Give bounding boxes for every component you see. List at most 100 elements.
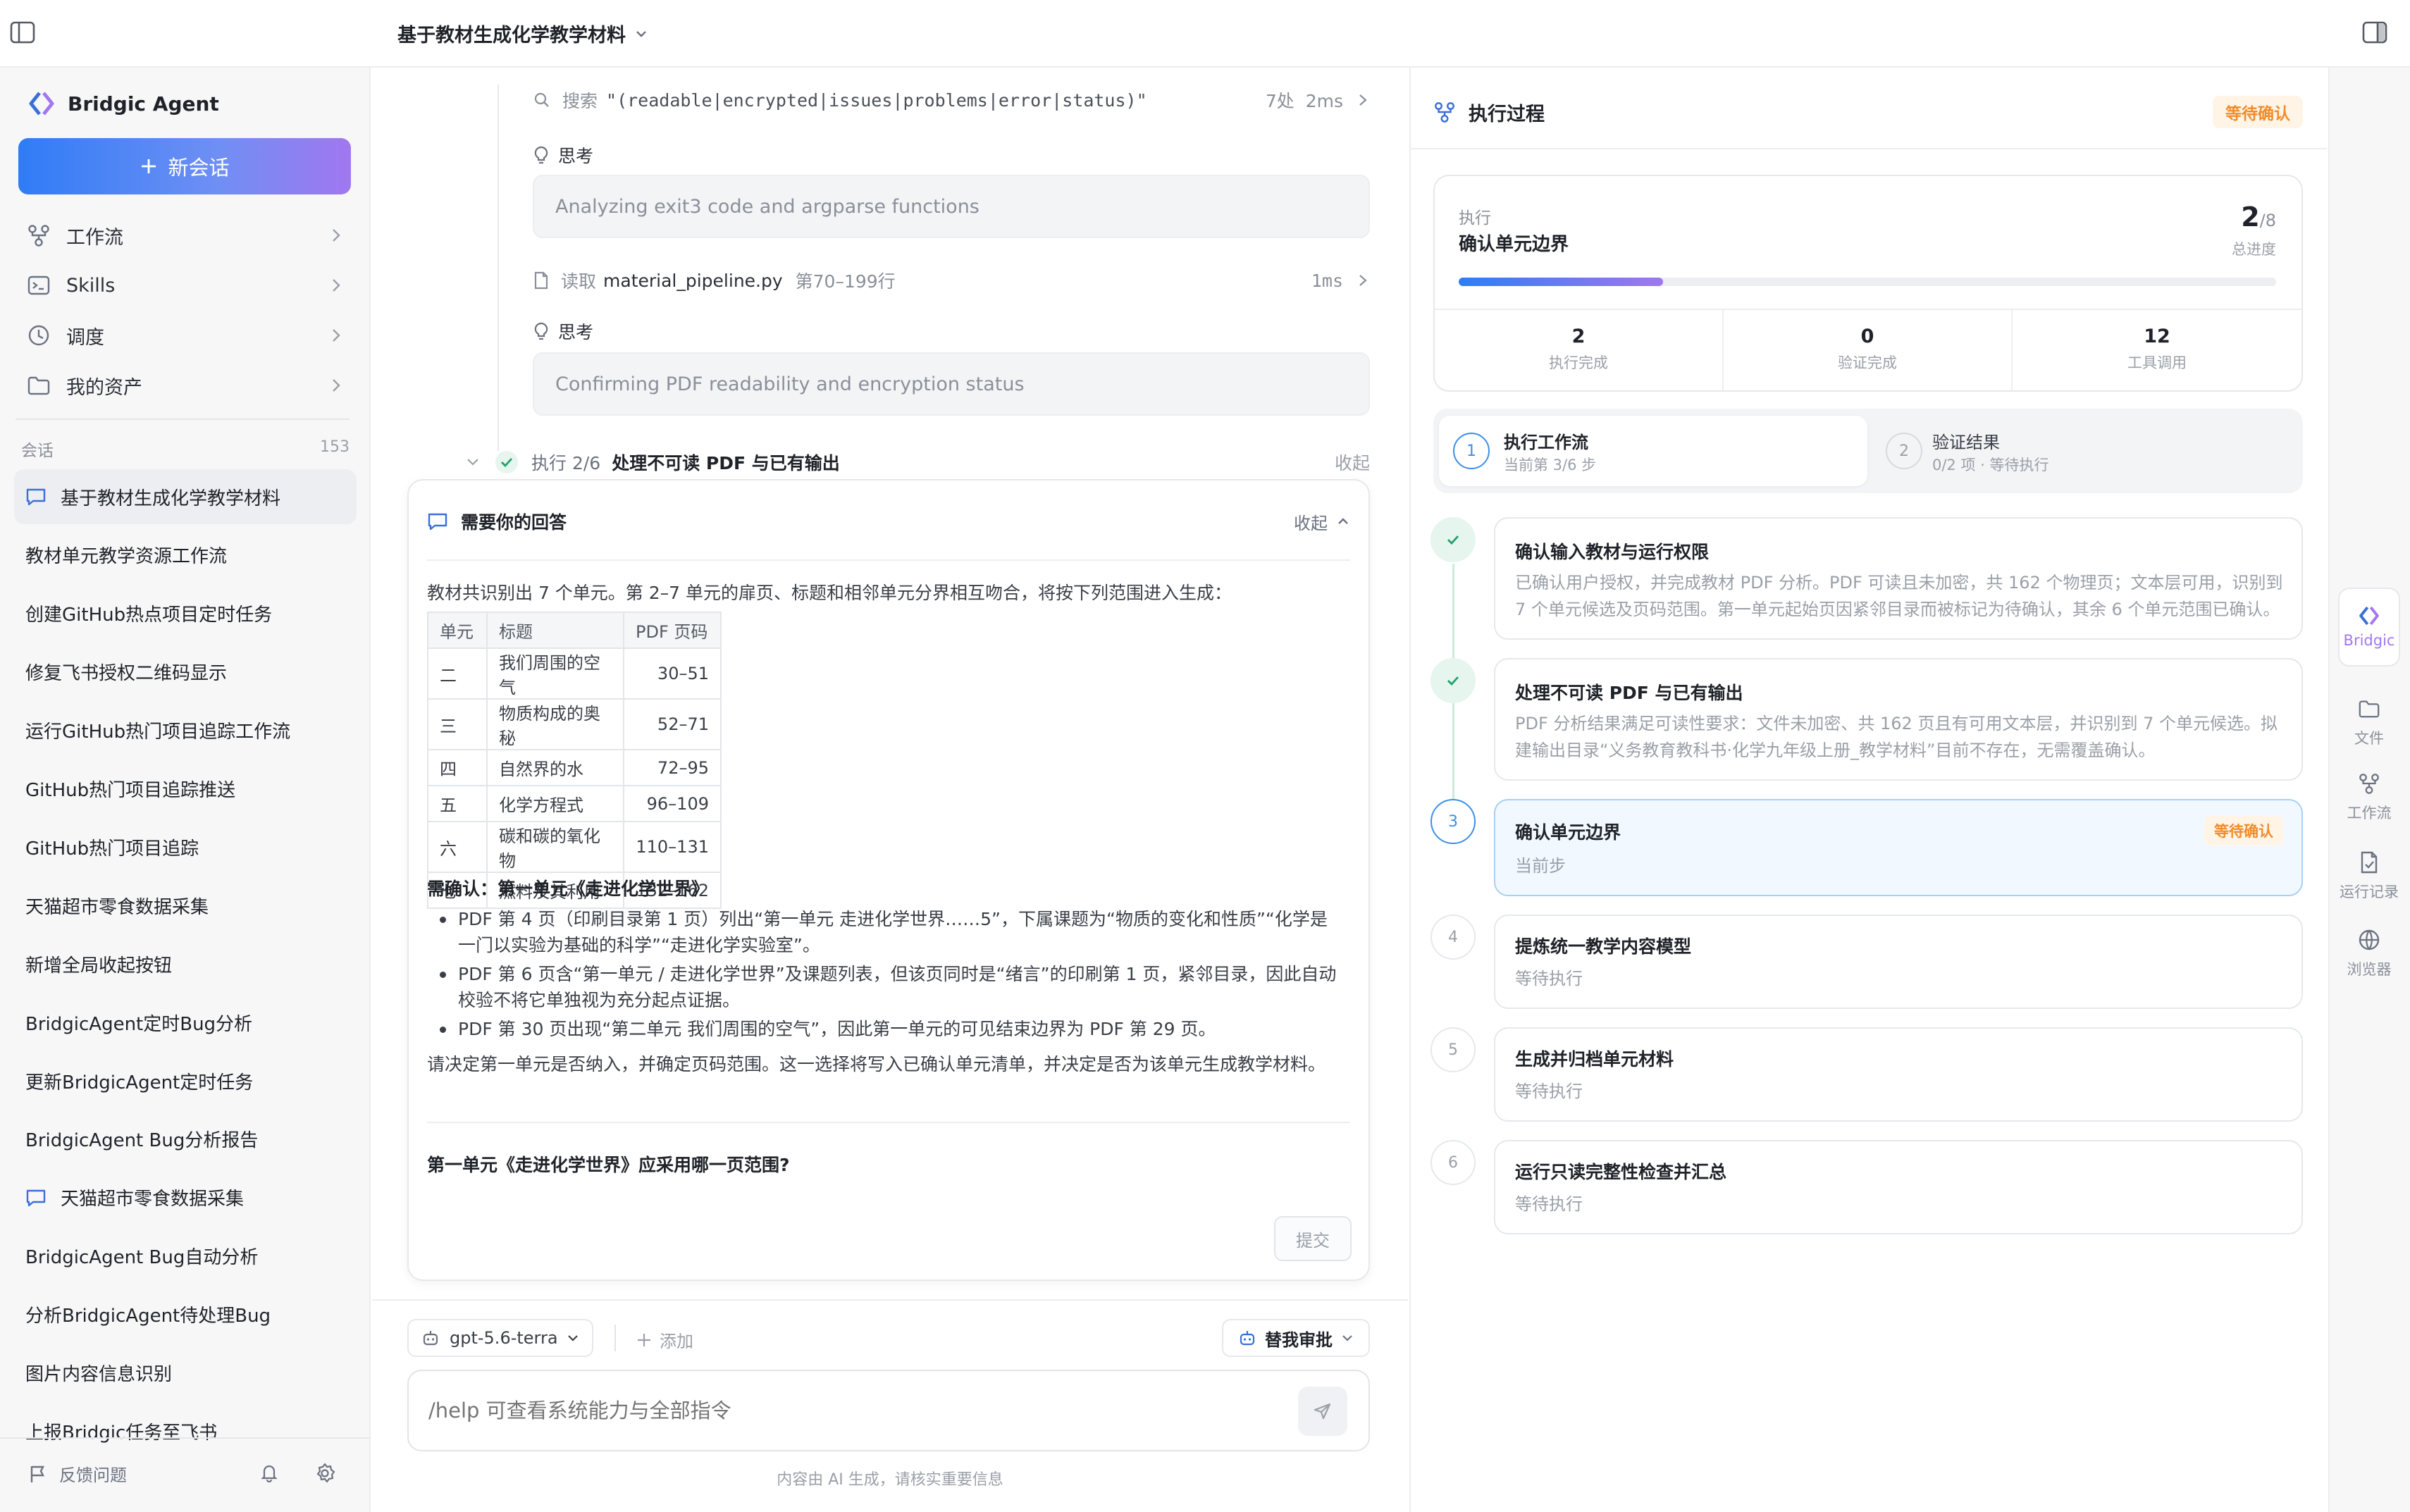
approve-for-me-button[interactable]: 替我审批 (1222, 1319, 1370, 1357)
card-question: 第一单元《走进化学世界》应采用哪一页范围? (427, 1155, 790, 1175)
progress-current: 2 (2241, 202, 2260, 233)
toggle-sidebar-icon[interactable] (10, 21, 35, 44)
chevron-down-icon (465, 455, 481, 469)
conversations-count: 153 (320, 438, 350, 456)
conversation-item[interactable]: 新增全局收起按钮 (14, 936, 357, 991)
step-card[interactable]: 处理不可读 PDF 与已有输出 PDF 分析结果满足可读性要求：文件未加密、共 … (1494, 658, 2303, 781)
nav-item-skills[interactable]: Skills (27, 264, 344, 306)
phase-sub: 0/2 项 · 等待执行 (1932, 457, 2049, 473)
conversation-title: 运行GitHub热门项目追踪工作流 (25, 721, 291, 743)
conversation-title: BridgicAgent Bug自动分析 (25, 1247, 259, 1269)
phase-number: 1 (1453, 433, 1490, 469)
message-input[interactable] (428, 1389, 1274, 1432)
conversation-title: 更新BridgicAgent定时任务 (25, 1072, 254, 1093)
conversation-title-dropdown[interactable]: 基于教材生成化学教学材料 (397, 20, 648, 47)
conversation-item[interactable]: 天猫超市零食数据采集 (14, 878, 357, 933)
stat-value: 12 (2144, 326, 2170, 347)
conversation-title: GitHub热门项目追踪推送 (25, 780, 236, 801)
conversation-item[interactable]: 天猫超市零食数据采集 (14, 1170, 357, 1225)
step-done-dot (1430, 658, 1476, 703)
nav-label: 我的资产 (66, 376, 142, 399)
conversation-item[interactable]: 更新BridgicAgent定时任务 (14, 1053, 357, 1108)
conversation-title: 修复飞书授权二维码显示 (25, 663, 228, 685)
send-button[interactable] (1298, 1387, 1347, 1436)
table-cell: 二 (427, 647, 488, 700)
step-card[interactable]: 生成并归档单元材料 等待执行 (1494, 1027, 2303, 1122)
rail-item-workflow[interactable]: 工作流 (2328, 772, 2410, 823)
stat-value: 2 (1571, 326, 1586, 347)
unit-table: 单元 标题 PDF 页码 二我们周围的空气 30–51 三物质构成的奥秘 52–71 四… (427, 612, 722, 909)
conversation-item[interactable]: BridgicAgent Bug分析报告 (14, 1112, 357, 1167)
conversation-item[interactable]: GitHub热门项目追踪推送 (14, 762, 357, 817)
conversation-item[interactable]: 上报Bridgic任务至飞书 (14, 1403, 357, 1458)
phase-tab-verify[interactable]: 2 验证结果 0/2 项 · 等待执行 (1873, 416, 2296, 486)
model-selector[interactable]: gpt-5.6-terra (407, 1319, 593, 1357)
read-label: 读取 (561, 271, 597, 292)
conversation-item[interactable]: 修复飞书授权二维码显示 (14, 645, 357, 700)
message-square-icon (427, 511, 448, 532)
step-title: 生成并归档单元材料 (1515, 1049, 1674, 1070)
approve-label: 替我审批 (1265, 1330, 1333, 1350)
conversation-item[interactable]: 分析BridgicAgent待处理Bug (14, 1287, 357, 1342)
chevron-down-icon (634, 27, 648, 41)
bridgic-logo-icon (28, 90, 55, 117)
settings-gear-icon[interactable] (314, 1463, 335, 1484)
step-card[interactable]: 运行只读完整性检查并汇总 等待执行 (1494, 1140, 2303, 1234)
nav-item-schedule[interactable]: 调度 (27, 314, 344, 357)
conversation-item[interactable]: 教材单元教学资源工作流 (14, 528, 357, 583)
conversation-item[interactable]: GitHub热门项目追踪 (14, 819, 357, 874)
rail-item-browser[interactable]: 浏览器 (2328, 929, 2410, 979)
step-card[interactable]: 提炼统一教学内容模型 等待执行 (1494, 915, 2303, 1009)
think-text: Confirming PDF readability and encryptio… (555, 373, 1025, 395)
new-chat-button[interactable]: 新会话 (18, 138, 351, 194)
table-cell: 四 (427, 749, 488, 786)
workflow-icon (2358, 772, 2380, 802)
table-header: PDF 页码 (623, 612, 722, 649)
nav-item-workflow[interactable]: 工作流 (27, 214, 344, 256)
collapse-link[interactable]: 收起 (1335, 450, 1370, 475)
folder-icon (2358, 698, 2380, 727)
step-desc: 当前步 (1515, 856, 1566, 876)
read-range: 第70–199行 (795, 271, 896, 292)
step-card-current[interactable]: 确认单元边界 当前步 等待确认 (1494, 799, 2303, 896)
conversation-item[interactable]: 创建GitHub热点项目定时任务 (14, 586, 357, 641)
table-row: 三物质构成的奥秘 52–71 (427, 698, 722, 750)
think-box: Analyzing exit3 code and argparse functi… (533, 175, 1370, 238)
conversation-item[interactable]: 基于教材生成化学教学材料 (14, 469, 357, 524)
toggle-panel-icon[interactable] (2362, 21, 2387, 44)
read-tool-line[interactable]: 读取 material_pipeline.py 第70–199行 1ms (533, 268, 1370, 293)
phase-tab-execute[interactable]: 1 执行工作流 当前第 3/6 步 (1439, 416, 1867, 486)
step-card[interactable]: 确认输入教材与运行权限 已确认用户授权，并完成教材 PDF 分析。PDF 可读且… (1494, 517, 2303, 640)
evidence-bullet: PDF 第 6 页含“第一单元 / 走进化学世界”及课题列表，但该页同时是“绪言… (440, 961, 1339, 1013)
table-header: 单元 (427, 612, 488, 649)
phase-sub: 当前第 3/6 步 (1504, 457, 1597, 473)
step-desc: 已确认用户授权，并完成教材 PDF 分析。PDF 可读且未加密，共 162 个物… (1515, 573, 2283, 619)
rail-item-files[interactable]: 文件 (2328, 698, 2410, 748)
conversation-item[interactable]: BridgicAgent Bug自动分析 (14, 1229, 357, 1284)
search-tool-line[interactable]: 搜索 "(readable|encrypted|issues|problems|… (533, 87, 1370, 113)
conversation-title: BridgicAgent Bug分析报告 (25, 1130, 259, 1152)
submit-button[interactable]: 提交 (1274, 1216, 1352, 1261)
step-current-dot: 3 (1430, 799, 1476, 844)
collapse-label: 收起 (1294, 513, 1328, 533)
rail-item-run-history[interactable]: 运行记录 (2328, 851, 2410, 902)
conversation-title: 天猫超市零食数据采集 (61, 1189, 245, 1210)
globe-icon (2358, 929, 2380, 958)
nav-label: 工作流 (66, 226, 123, 249)
rail-item-bridgic[interactable]: Bridgic (2338, 588, 2400, 667)
add-attachment-button[interactable]: 添加 (636, 1327, 693, 1352)
nav-item-assets[interactable]: 我的资产 (27, 364, 344, 407)
card-collapse-button[interactable]: 收起 (1294, 509, 1350, 534)
conversation-item[interactable]: 图片内容信息识别 (14, 1346, 357, 1401)
rail-label: 工作流 (2347, 805, 2392, 822)
conversation-item[interactable]: BridgicAgent定时Bug分析 (14, 995, 357, 1050)
progress-current-step: 确认单元边界 (1459, 234, 1569, 255)
divider (427, 1122, 1350, 1123)
stat-label: 验证完成 (1838, 354, 1897, 371)
bell-icon[interactable] (259, 1463, 279, 1482)
feedback-button[interactable]: 反馈问题 (28, 1461, 127, 1486)
exec-step-header[interactable]: 执行 2/6 处理不可读 PDF 与已有输出 收起 (465, 450, 1370, 475)
table-header-row: 单元 标题 PDF 页码 (427, 612, 722, 649)
conversation-item[interactable]: 运行GitHub热门项目追踪工作流 (14, 703, 357, 758)
think-label-line: 思考 (533, 142, 593, 168)
